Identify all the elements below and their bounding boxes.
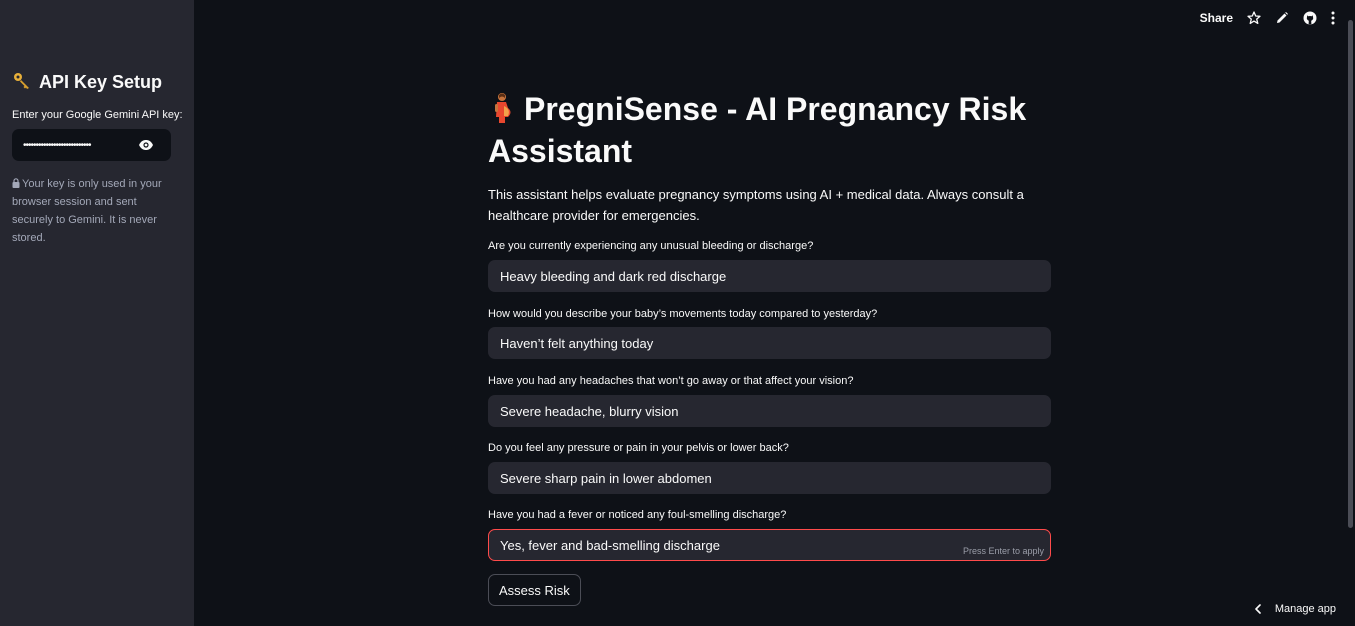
chevron-left-icon	[1253, 604, 1263, 614]
answer-value: Severe sharp pain in lower abdomen	[500, 470, 712, 486]
pregnant-woman-icon	[488, 92, 516, 124]
answer-input-pelvic-pain[interactable]: Severe sharp pain in lower abdomen	[488, 462, 1051, 494]
api-key-note-text: Your key is only used in your browser se…	[12, 178, 162, 244]
top-toolbar: Share	[1200, 8, 1335, 28]
answer-input-bleeding[interactable]: Heavy bleeding and dark red discharge	[488, 260, 1051, 292]
answer-input-movements[interactable]: Haven’t felt anything today	[488, 327, 1051, 359]
input-hint: Press Enter to apply	[962, 546, 1044, 556]
lock-icon	[12, 176, 20, 188]
main-content: PregniSense - AI Pregnancy Risk Assistan…	[488, 88, 1051, 606]
answer-value: Heavy bleeding and dark red discharge	[500, 268, 727, 284]
assess-risk-button[interactable]: Assess Risk	[488, 574, 581, 606]
sidebar-title: API Key Setup	[13, 72, 162, 93]
question-label-pelvic-pain: Do you feel any pressure or pain in your…	[488, 442, 789, 454]
page-title: PregniSense - AI Pregnancy Risk Assistan…	[488, 88, 1051, 172]
answer-input-fever[interactable]: Yes, fever and bad-smelling discharge Pr…	[488, 529, 1051, 561]
manage-app-button[interactable]: Manage app	[1253, 603, 1336, 615]
manage-app-label: Manage app	[1274, 603, 1336, 615]
sidebar: API Key Setup Enter your Google Gemini A…	[0, 0, 194, 626]
answer-input-headaches[interactable]: Severe headache, blurry vision	[488, 395, 1051, 427]
sidebar-title-text: API Key Setup	[39, 72, 163, 92]
scrollbar[interactable]	[1348, 20, 1353, 528]
api-key-input[interactable]: •••••••••••••••••••••••••••	[12, 129, 171, 161]
question-label-movements: How would you describe your baby’s movem…	[488, 308, 878, 320]
pencil-icon[interactable]	[1275, 11, 1289, 25]
api-key-note: Your key is only used in your browser se…	[12, 175, 177, 247]
key-icon	[13, 72, 31, 93]
api-key-label: Enter your Google Gemini API key:	[12, 109, 183, 121]
kebab-menu-icon[interactable]	[1331, 11, 1335, 25]
github-icon[interactable]	[1303, 11, 1317, 25]
eye-icon[interactable]	[138, 138, 154, 152]
answer-value: Severe headache, blurry vision	[500, 403, 679, 419]
share-button[interactable]: Share	[1200, 11, 1233, 25]
star-icon[interactable]	[1247, 11, 1261, 25]
api-key-value: •••••••••••••••••••••••••••	[23, 139, 92, 151]
page-title-text: PregniSense - AI Pregnancy Risk Assistan…	[488, 91, 1027, 169]
answer-value: Haven’t felt anything today	[500, 335, 654, 351]
description: This assistant helps evaluate pregnancy …	[488, 187, 1024, 223]
question-label-fever: Have you had a fever or noticed any foul…	[488, 509, 787, 521]
answer-value: Yes, fever and bad-smelling discharge	[500, 537, 720, 553]
question-label-bleeding: Are you currently experiencing any unusu…	[488, 240, 814, 252]
question-label-headaches: Have you had any headaches that won’t go…	[488, 375, 854, 387]
